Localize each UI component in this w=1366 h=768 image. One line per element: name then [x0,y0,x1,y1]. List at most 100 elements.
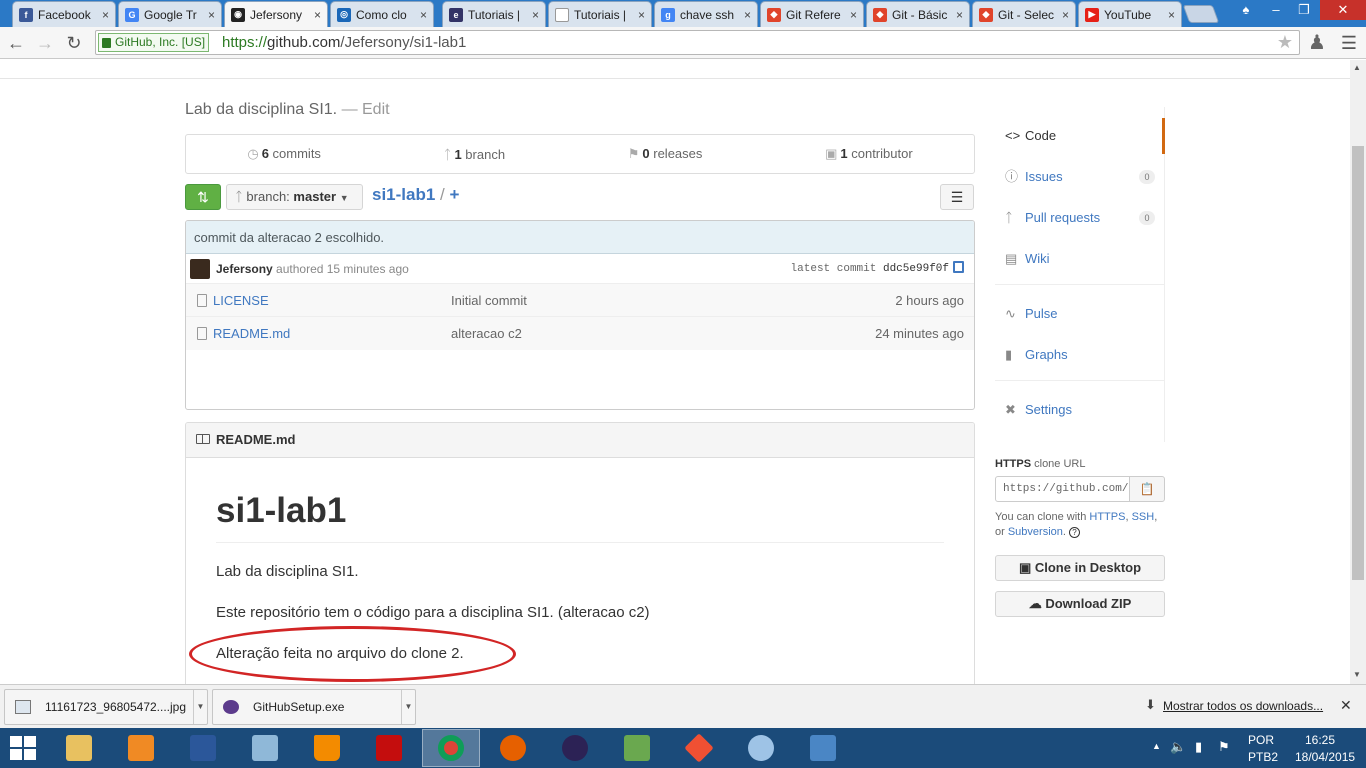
commits-link[interactable]: ◷ 6 commits [247,146,321,162]
restore-button[interactable]: ❐ [1290,0,1318,20]
taskbar-eclipse[interactable] [546,729,604,767]
subversion-clone-link[interactable]: Subversion [1008,526,1063,538]
taskbar-notepad[interactable] [236,729,294,767]
chevron-down-icon[interactable]: ▼ [401,690,415,724]
taskbar-chrome[interactable] [422,729,480,767]
ev-certificate-badge[interactable]: GitHub, Inc. [US] [98,33,210,52]
branch-selector[interactable]: ᛏ branch: master ▼ [226,184,363,210]
sidebar-item-code[interactable]: <> Code [995,118,1165,154]
sidebar-item-graphs[interactable]: ▮ Graphs [995,337,1165,373]
taskbar-paint[interactable] [732,729,790,767]
taskbar-git[interactable] [670,729,728,767]
page-scrollbar[interactable]: ▲ ▼ [1350,60,1366,684]
tab-close-icon[interactable]: × [420,8,427,22]
taskbar-firefox[interactable] [484,729,542,767]
question-icon[interactable]: ? [1069,527,1081,538]
file-name-link[interactable]: README.md [213,317,290,350]
window-close-button[interactable]: ✕ [1320,0,1366,20]
browser-tab[interactable]: e Tutoriais | × [442,1,546,27]
branches-link[interactable]: ᛏ1 branch [444,147,505,162]
user-icon[interactable]: ♠ [1232,0,1260,20]
taskbar-photos[interactable] [794,729,852,767]
browser-tab[interactable]: G Google Tr × [118,1,222,27]
minimize-button[interactable]: – [1262,0,1290,20]
clock-time[interactable]: 16:25 [1305,733,1335,747]
show-all-downloads-link[interactable]: Mostrar todos os downloads... [1163,699,1323,713]
browser-tab[interactable]: f Facebook × [12,1,116,27]
start-button[interactable] [10,736,36,760]
browser-tab[interactable]: ◎ Como clo × [330,1,434,27]
download-zip-button[interactable]: ☁ Download ZIP [995,591,1165,617]
taskbar-acrobat[interactable] [360,729,418,767]
releases-link[interactable]: ⚑ 0 releases [628,146,703,162]
compare-button[interactable]: ⇅ [185,184,221,210]
tab-close-icon[interactable]: × [638,8,645,22]
back-button[interactable]: ← [4,31,28,55]
download-item[interactable]: 11161723_96805472....jpg ▼ [4,689,208,725]
browser-tab[interactable]: ▶ YouTube × [1078,1,1182,27]
network-icon[interactable]: ▮ [1195,739,1202,755]
tab-close-icon[interactable]: × [1168,8,1175,22]
clipboard-icon[interactable] [953,261,964,273]
taskbar-word[interactable] [174,729,232,767]
tab-close-icon[interactable]: × [532,8,539,22]
latest-commit-sha[interactable]: ddc5e99f0f [883,263,949,275]
reload-button[interactable]: ↻ [62,31,86,55]
scroll-up-arrow[interactable]: ▲ [1353,63,1361,72]
tray-expand-icon[interactable]: ▲ [1152,741,1161,751]
commit-message[interactable]: commit da alteracao 2 escolhido. [194,230,384,245]
tab-close-icon[interactable]: × [102,8,109,22]
file-commit-message[interactable]: alteracao c2 [451,317,522,350]
taskbar-vlc[interactable] [298,729,356,767]
sidebar-item-settings[interactable]: ✖ Settings [995,392,1165,428]
volume-icon[interactable]: 🔈 [1170,739,1186,755]
taskbar-explorer[interactable] [50,729,108,767]
clock-date[interactable]: 18/04/2015 [1295,750,1355,764]
tab-close-icon[interactable]: × [314,8,321,22]
new-tab-button[interactable] [1182,5,1220,23]
new-file-button[interactable]: + [450,185,460,204]
clone-in-desktop-button[interactable]: ▣ Clone in Desktop [995,555,1165,581]
tab-close-icon[interactable]: × [1062,8,1069,22]
taskbar-media-player[interactable] [112,729,170,767]
https-clone-link[interactable]: HTTPS [1089,511,1125,523]
taskbar-chart-app[interactable] [608,729,666,767]
file-name-link[interactable]: LICENSE [213,284,269,317]
sidebar-item-wiki[interactable]: ▤ Wiki [995,241,1165,277]
tab-close-icon[interactable]: × [744,8,751,22]
list-view-button[interactable]: ☰ [940,184,974,210]
person-icon[interactable]: ♟ [1305,31,1329,55]
commit-author[interactable]: Jefersony [216,262,273,276]
contributors-link[interactable]: ▣ 1 contributor [825,146,913,162]
browser-tab[interactable]: ◆ Git Refere × [760,1,864,27]
commit-title[interactable]: commit da alteracao 2 escolhido. [186,221,974,254]
file-commit-message[interactable]: Initial commit [451,284,527,317]
sidebar-item-issues[interactable]: ⓘ Issues 0 [995,159,1165,195]
menu-icon[interactable]: ☰ [1337,31,1361,55]
tab-close-icon[interactable]: × [850,8,857,22]
address-bar[interactable]: GitHub, Inc. [US] https://github.com/Jef… [95,30,1300,55]
close-downloads-bar-icon[interactable]: ✕ [1340,697,1352,714]
scroll-down-arrow[interactable]: ▼ [1353,670,1361,679]
bookmark-star-icon[interactable]: ★ [1277,32,1293,53]
url-text[interactable]: https://github.com/Jefersony/si1-lab1 [222,34,466,51]
download-item[interactable]: GitHubSetup.exe ▼ [212,689,416,725]
sidebar-item-pulse[interactable]: ∿ Pulse [995,296,1165,332]
browser-tab[interactable]: ◆ Git - Básic × [866,1,970,27]
sidebar-item-pull-requests[interactable]: ᛏ Pull requests 0 [995,200,1165,236]
clone-url-input[interactable]: https://github.com/Jefersony/si1-lab1.gi… [995,476,1130,502]
flag-icon[interactable]: ⚑ [1218,739,1230,755]
browser-tab[interactable]: g chave ssh × [654,1,758,27]
edit-description-link[interactable]: — Edit [342,101,390,118]
browser-tab[interactable]: ◉ Jefersony × [224,1,328,27]
tab-close-icon[interactable]: × [956,8,963,22]
repo-root-link[interactable]: si1-lab1 [372,185,435,204]
keyboard-layout[interactable]: PTB2 [1248,750,1278,764]
avatar[interactable] [190,259,210,279]
browser-tab[interactable]: ◆ Git - Selec × [972,1,1076,27]
chevron-down-icon[interactable]: ▼ [193,690,207,724]
ssh-clone-link[interactable]: SSH [1132,511,1155,523]
copy-clone-url-button[interactable]: 📋 [1129,476,1165,502]
scrollbar-thumb[interactable] [1352,146,1364,580]
tab-close-icon[interactable]: × [208,8,215,22]
